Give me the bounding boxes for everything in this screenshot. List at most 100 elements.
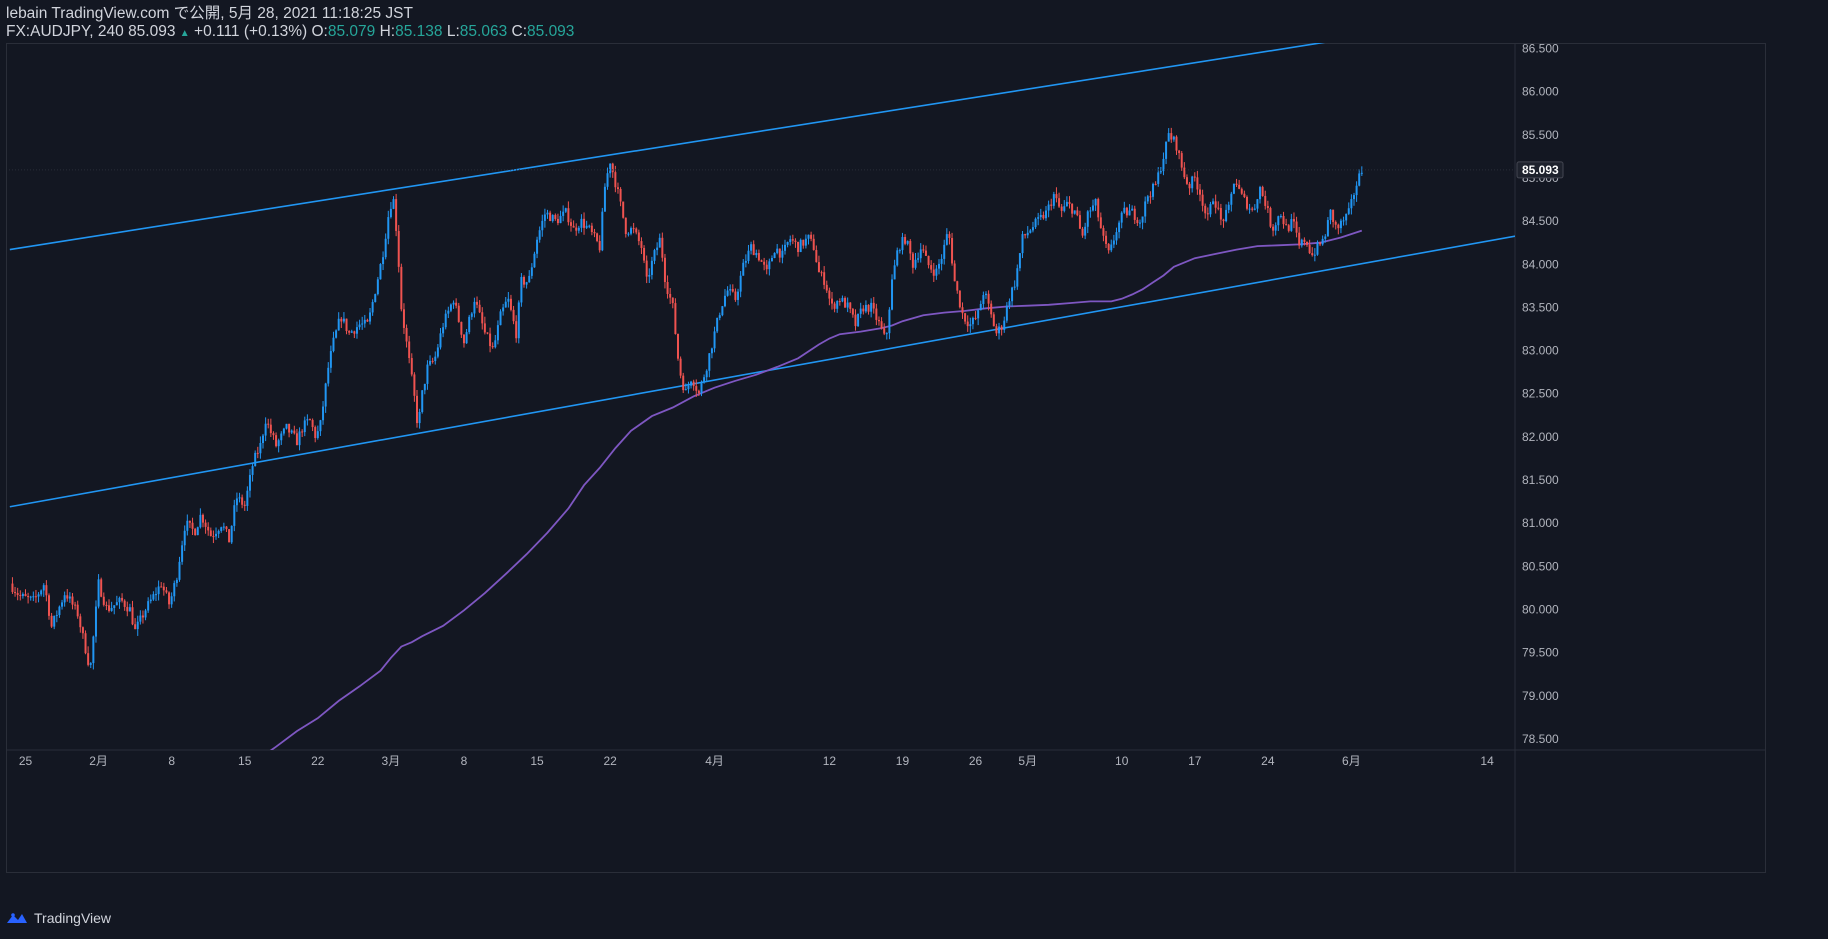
candle xyxy=(392,196,395,210)
candle xyxy=(1238,179,1241,190)
candle-body xyxy=(79,616,82,628)
candle-body xyxy=(898,250,901,252)
candle xyxy=(136,615,139,636)
candle-body xyxy=(387,217,390,239)
candle xyxy=(682,372,685,394)
candle-body xyxy=(669,293,672,298)
candle-body xyxy=(729,289,732,291)
candle xyxy=(585,220,588,229)
candle xyxy=(1149,191,1152,204)
candle xyxy=(92,635,95,670)
candle xyxy=(1065,196,1068,207)
candle-body xyxy=(896,250,899,266)
candle xyxy=(914,252,917,270)
candle-body xyxy=(810,234,813,239)
candle-body xyxy=(562,211,565,216)
candle-body xyxy=(308,419,311,421)
candle-body xyxy=(1251,208,1254,210)
candle-body xyxy=(703,377,706,383)
candle xyxy=(507,292,510,308)
candle xyxy=(1112,234,1115,249)
candle-body xyxy=(504,301,507,308)
candle xyxy=(348,330,351,335)
candle xyxy=(509,294,512,312)
candle-body xyxy=(108,605,111,611)
candle xyxy=(559,210,562,224)
candle-body xyxy=(637,232,640,242)
candle xyxy=(677,333,679,361)
candle xyxy=(964,312,967,325)
candle xyxy=(486,332,489,335)
candle-body xyxy=(786,242,789,245)
candle-body xyxy=(204,522,207,527)
candle-body xyxy=(397,230,400,267)
candle-body xyxy=(225,526,228,530)
candle-body xyxy=(713,331,716,349)
candle-body xyxy=(173,583,176,597)
candle xyxy=(79,613,82,633)
candle xyxy=(183,525,186,551)
candle-body xyxy=(1055,194,1058,199)
candle-body xyxy=(859,308,862,314)
candle xyxy=(1308,239,1311,255)
candle xyxy=(1029,228,1032,234)
candle xyxy=(402,303,405,334)
candle-body xyxy=(1282,215,1285,225)
candle xyxy=(645,255,648,284)
candle-body xyxy=(58,606,61,616)
candle xyxy=(1058,192,1061,208)
candle xyxy=(703,374,706,384)
candle-body xyxy=(1306,241,1309,245)
candle-body xyxy=(439,333,442,348)
candle xyxy=(948,231,951,245)
candle xyxy=(470,312,473,320)
candle-body xyxy=(149,599,152,602)
price-chart[interactable]: 86.50086.00085.50085.00084.50084.00083.5… xyxy=(0,0,1828,939)
candle-body xyxy=(1193,176,1196,178)
candle-body xyxy=(1141,216,1144,223)
candle xyxy=(1292,212,1295,229)
brand-label: TradingView xyxy=(34,910,112,926)
candle-body xyxy=(627,233,630,235)
candle xyxy=(418,408,421,429)
candle-body xyxy=(1102,228,1105,236)
candle xyxy=(1050,198,1053,211)
candle-body xyxy=(671,297,674,304)
candle-body xyxy=(596,233,599,242)
candle-body xyxy=(687,385,690,390)
candle xyxy=(1355,181,1358,202)
candle-body xyxy=(679,358,682,376)
candle xyxy=(256,446,259,459)
candle-body xyxy=(199,514,202,528)
candle xyxy=(444,309,447,330)
candle-body xyxy=(269,424,272,434)
candle-body xyxy=(191,522,194,529)
candle xyxy=(1076,206,1079,217)
candle xyxy=(1081,226,1084,238)
candle xyxy=(1295,216,1298,238)
candle-body xyxy=(1081,228,1084,236)
candle xyxy=(823,266,826,290)
candle-body xyxy=(452,302,455,305)
candle-body xyxy=(995,326,998,334)
candle-body xyxy=(1097,199,1100,218)
candle xyxy=(1097,197,1100,222)
candle-body xyxy=(1185,177,1188,184)
candle-body xyxy=(1037,217,1040,219)
candle xyxy=(1256,198,1259,213)
candle xyxy=(1018,253,1021,272)
candle xyxy=(1212,198,1215,205)
candle-body xyxy=(525,282,528,285)
candle xyxy=(277,438,280,453)
candle xyxy=(275,432,278,448)
candle xyxy=(1165,141,1168,165)
candle-body xyxy=(1157,172,1160,184)
candle-body xyxy=(1321,238,1324,245)
candle-body xyxy=(536,239,539,254)
candle xyxy=(1282,211,1285,229)
candle xyxy=(833,301,836,313)
candle-body xyxy=(914,259,917,268)
candle xyxy=(191,517,194,536)
candle xyxy=(74,601,77,610)
candle-body xyxy=(551,214,554,221)
